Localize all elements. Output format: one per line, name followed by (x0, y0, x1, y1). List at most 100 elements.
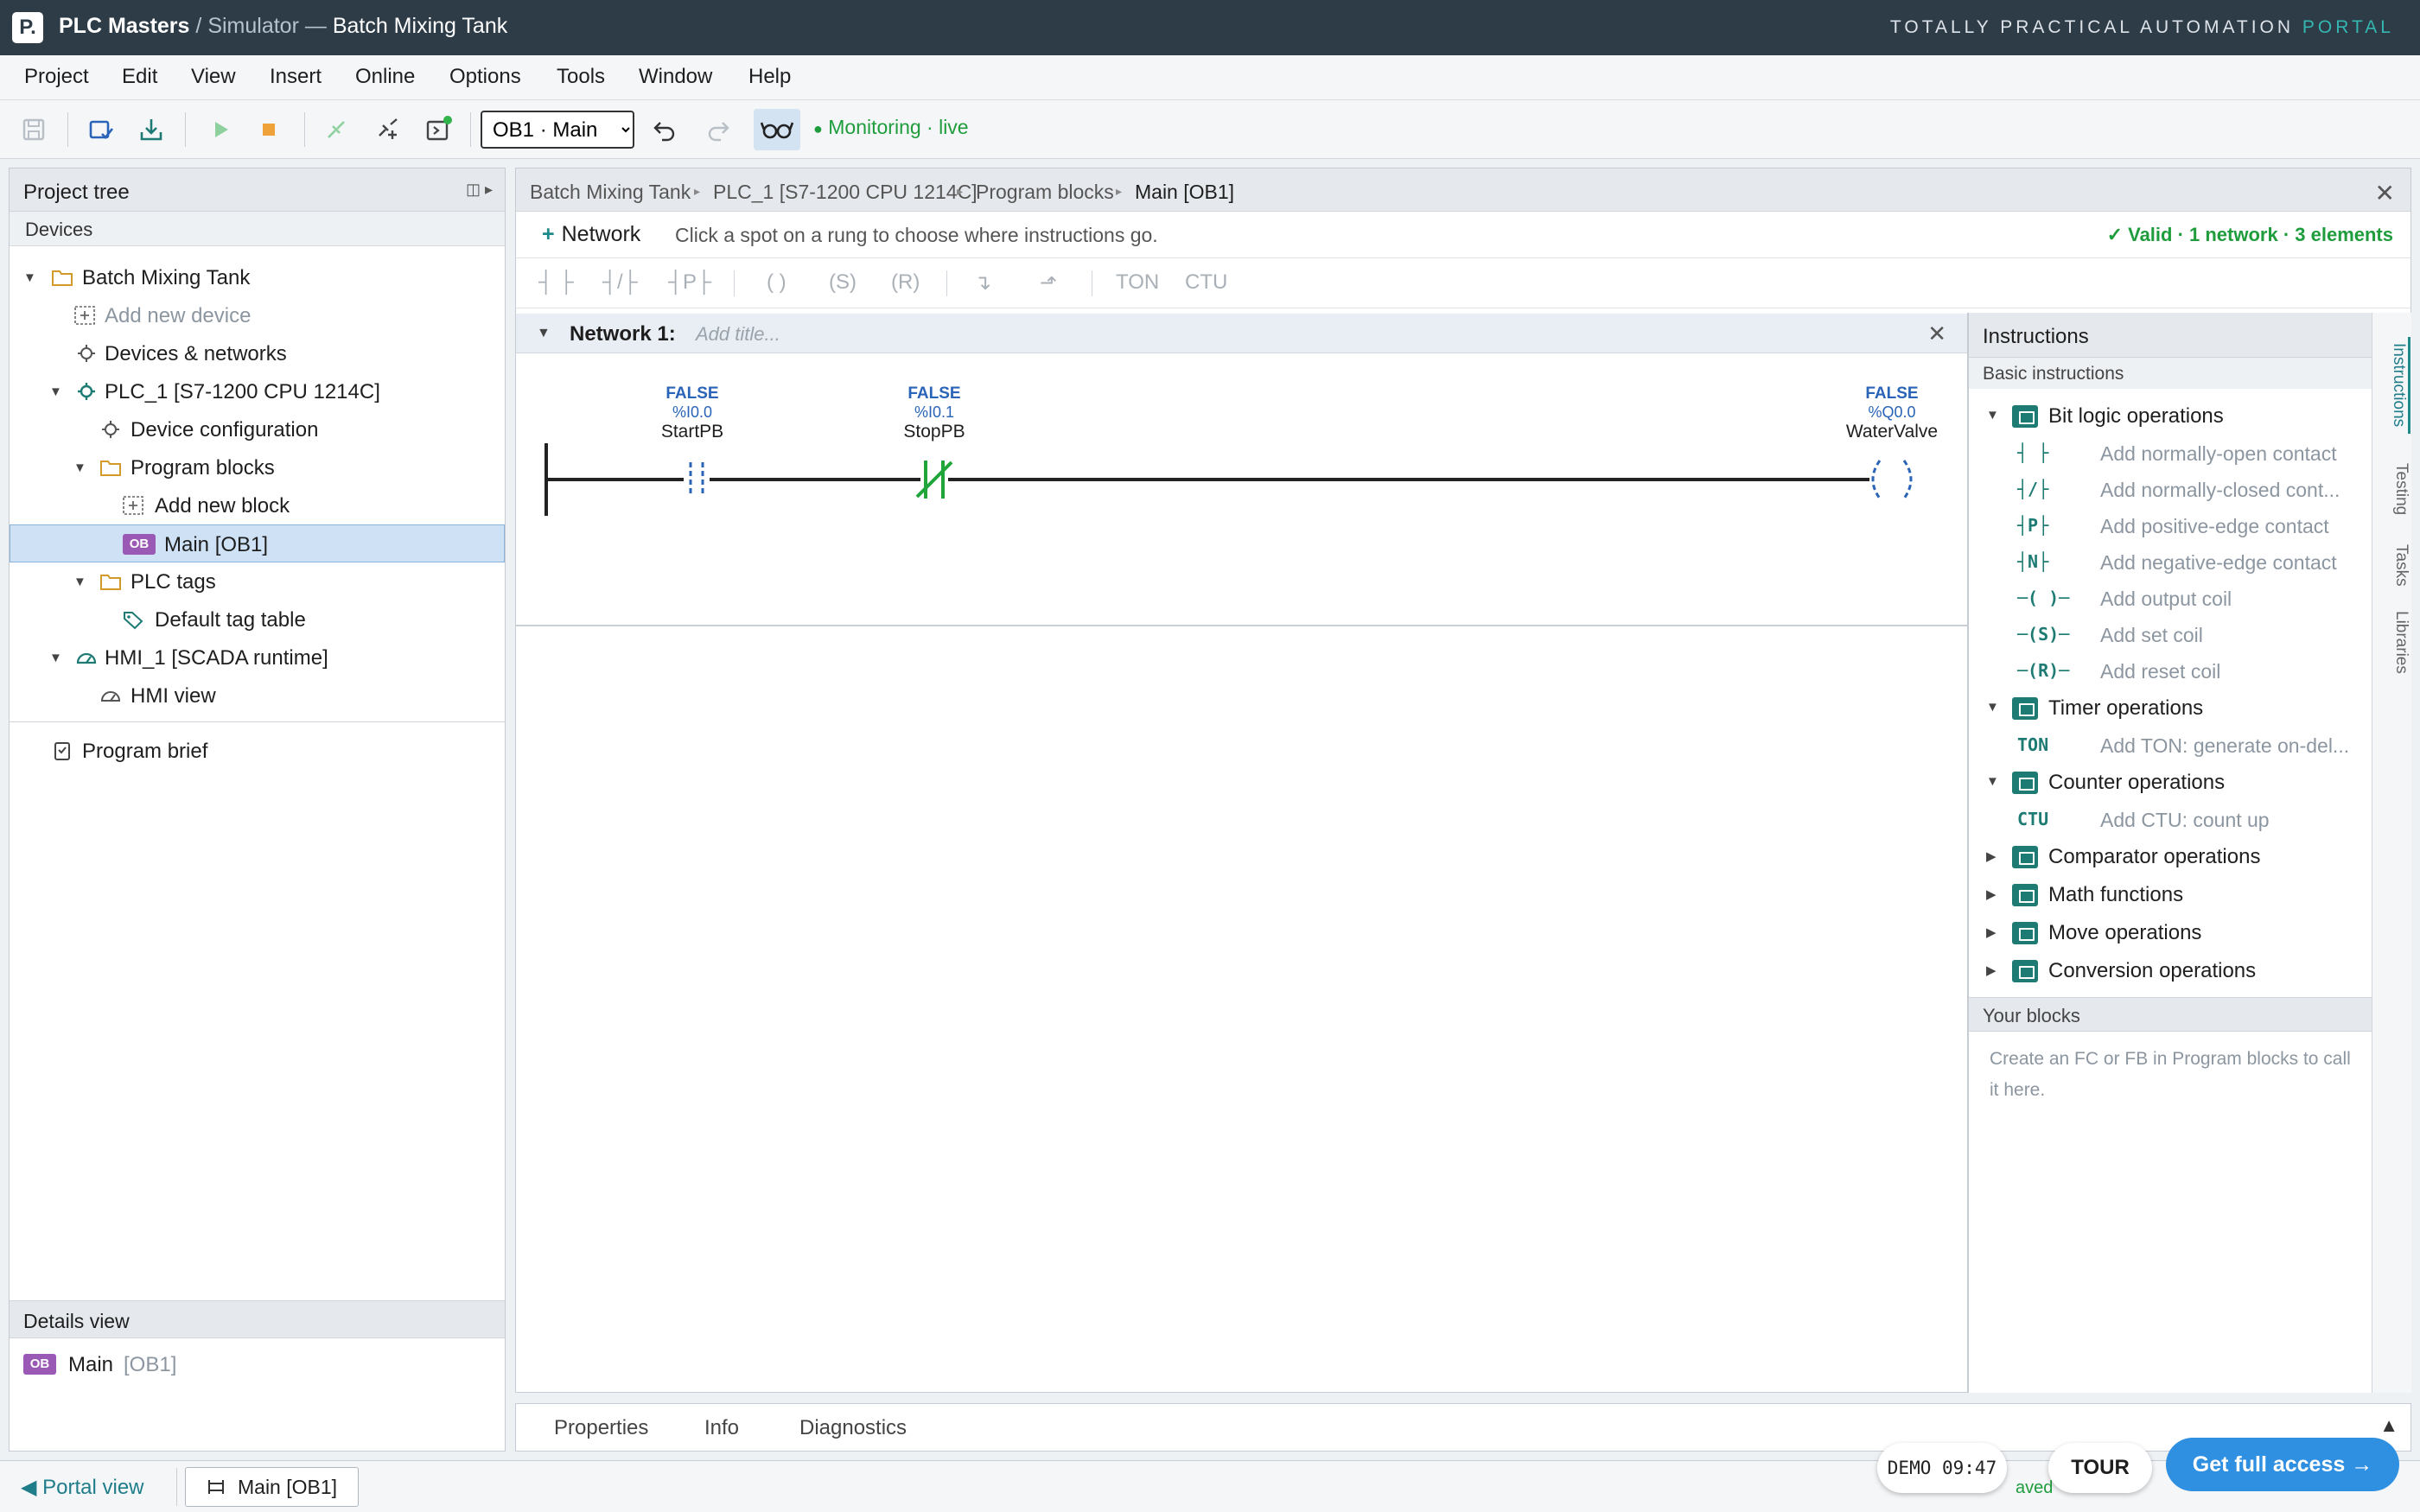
instruction-item-ton[interactable]: TON Add TON: generate on-del... (1969, 727, 2372, 762)
instruction-item-nc-contact[interactable]: ┤/├ Add normally-closed cont... (1969, 472, 2372, 506)
collapse-icon[interactable]: ▼ (1986, 774, 1999, 789)
insert-nc-contact-button[interactable]: ┤/├ (602, 270, 638, 295)
add-network-button[interactable]: + Network (542, 222, 640, 247)
get-full-access-button[interactable]: Get full access → (2166, 1438, 2399, 1491)
instruction-item-ctu[interactable]: CTU Add CTU: count up (1969, 802, 2372, 836)
expand-icon[interactable]: ▶ (1986, 962, 1996, 978)
portal-view-button[interactable]: ◀ Portal view (21, 1475, 144, 1500)
collapse-icon[interactable]: ▼ (1986, 408, 1999, 422)
category-counter[interactable]: ▼ Counter operations (1969, 764, 2372, 800)
devices-tab[interactable]: Devices (10, 212, 505, 246)
collapse-icon[interactable]: ▼ (49, 651, 62, 665)
undo-icon[interactable] (650, 115, 679, 144)
instruction-item-set-coil[interactable]: ─(S)─ Add set coil (1969, 617, 2372, 651)
tree-item-program-brief[interactable]: Program brief (10, 732, 505, 770)
tag-address[interactable]: %I0.1 (848, 403, 1021, 422)
tree-item-main-ob1[interactable]: OB Main [OB1] (10, 524, 505, 562)
menu-window[interactable]: Window (639, 65, 712, 89)
expand-icon[interactable]: ▶ (1986, 924, 1996, 940)
tag-address[interactable]: %Q0.0 (1840, 403, 1944, 422)
tag-name[interactable]: StartPB (606, 422, 779, 442)
tree-item-add-block[interactable]: Add new block (10, 486, 505, 524)
open-editor-tab[interactable]: Main [OB1] (185, 1467, 360, 1507)
close-icon[interactable]: ✕ (2375, 179, 2395, 207)
tab-info[interactable]: Info (704, 1416, 739, 1440)
collapse-icon[interactable]: ▼ (1986, 700, 1999, 715)
tree-item-devices-networks[interactable]: Devices & networks (10, 334, 505, 372)
tree-item-plc[interactable]: ▼ PLC_1 [S7-1200 CPU 1214C] (10, 372, 505, 410)
tree-item-device-configuration[interactable]: Device configuration (10, 410, 505, 448)
category-math[interactable]: ▶ Math functions (1969, 876, 2372, 912)
insert-ton-button[interactable]: TON (1116, 270, 1159, 295)
instruction-item-negative-edge[interactable]: ┤N├ Add negative-edge contact (1969, 544, 2372, 579)
monitor-toggle-button[interactable] (754, 109, 800, 150)
download-icon[interactable] (137, 115, 166, 144)
instruction-item-reset-coil[interactable]: ─(R)─ Add reset coil (1969, 653, 2372, 688)
block-select[interactable]: OB1 · Main (481, 111, 634, 149)
expand-icon[interactable]: ▶ (1986, 848, 1996, 864)
category-comparator[interactable]: ▶ Comparator operations (1969, 838, 2372, 874)
tab-properties[interactable]: Properties (554, 1416, 648, 1440)
expand-icon[interactable]: ▶ (1986, 886, 1996, 902)
tree-item-add-device[interactable]: Add new device (10, 296, 505, 334)
breadcrumb-item[interactable]: Batch Mixing Tank (530, 181, 691, 204)
close-branch-button[interactable]: ⬏ (1040, 270, 1057, 295)
go-offline-icon[interactable] (373, 115, 403, 144)
menu-online[interactable]: Online (355, 65, 415, 89)
category-timer[interactable]: ▼ Timer operations (1969, 689, 2372, 726)
insert-coil-button[interactable]: ( ) (767, 270, 786, 295)
menu-project[interactable]: Project (24, 65, 89, 89)
stoppb-nc-contact[interactable] (915, 461, 953, 499)
save-icon[interactable] (19, 115, 48, 144)
menu-tools[interactable]: Tools (557, 65, 605, 89)
instruction-item-no-contact[interactable]: ┤ ├ Add normally-open contact (1969, 435, 2372, 470)
insert-set-coil-button[interactable]: (S) (829, 270, 857, 295)
tag-name[interactable]: WaterValve (1840, 422, 1944, 442)
tour-button[interactable]: TOUR (2048, 1443, 2152, 1493)
compile-icon[interactable] (86, 115, 116, 144)
redo-icon[interactable] (704, 115, 733, 144)
category-move[interactable]: ▶ Move operations (1969, 914, 2372, 950)
insert-no-contact-button[interactable]: ┤ ├ (538, 270, 574, 295)
delete-network-icon[interactable]: ✕ (1927, 321, 1946, 347)
startpb-no-contact[interactable] (689, 462, 704, 497)
network-title-input[interactable]: Add title... (696, 323, 780, 346)
insert-reset-coil-button[interactable]: (R) (891, 270, 920, 295)
open-branch-button[interactable]: ↴ (974, 270, 991, 295)
menu-edit[interactable]: Edit (122, 65, 157, 89)
tree-item-plc-tags[interactable]: ▼ PLC tags (10, 562, 505, 600)
basic-instructions-header[interactable]: Basic instructions (1969, 358, 2372, 389)
breadcrumb-item[interactable]: PLC_1 [S7-1200 CPU 1214C] (713, 181, 978, 204)
stop-icon[interactable] (254, 115, 283, 144)
run-icon[interactable] (206, 115, 235, 144)
menu-view[interactable]: View (191, 65, 236, 89)
expand-panel-icon[interactable]: ▲ (2379, 1414, 2398, 1437)
instruction-item-output-coil[interactable]: ─( )─ Add output coil (1969, 581, 2372, 615)
menu-help[interactable]: Help (748, 65, 791, 89)
tab-tasks[interactable]: Tasks (2374, 537, 2410, 593)
watervalve-output-coil[interactable] (1871, 460, 1913, 499)
tree-item-default-tag-table[interactable]: Default tag table (10, 600, 505, 638)
tab-testing[interactable]: Testing (2374, 454, 2410, 524)
menu-insert[interactable]: Insert (270, 65, 322, 89)
collapse-icon[interactable]: ▼ (49, 384, 62, 399)
simulate-icon[interactable] (424, 115, 453, 144)
tree-item-program-blocks[interactable]: ▼ Program blocks (10, 448, 505, 486)
panel-collapse-icon[interactable]: ◫ ▸ (466, 181, 493, 199)
collapse-icon[interactable]: ▼ (73, 575, 86, 589)
menu-options[interactable]: Options (449, 65, 521, 89)
tab-instructions[interactable]: Instructions (2374, 337, 2410, 434)
details-item[interactable]: OB Main [OB1] (10, 1345, 505, 1383)
tree-item-project[interactable]: ▼ Batch Mixing Tank (10, 258, 505, 296)
tab-libraries[interactable]: Libraries (2374, 603, 2410, 681)
insert-edge-contact-button[interactable]: ┤P├ (668, 270, 711, 295)
tree-item-hmi[interactable]: ▼ HMI_1 [SCADA runtime] (10, 638, 505, 677)
go-online-icon[interactable] (322, 115, 351, 144)
breadcrumb-item[interactable]: Program blocks (976, 181, 1114, 204)
collapse-icon[interactable]: ▼ (537, 326, 551, 341)
insert-ctu-button[interactable]: CTU (1185, 270, 1227, 295)
tree-item-hmi-view[interactable]: HMI view (10, 677, 505, 715)
tab-diagnostics[interactable]: Diagnostics (799, 1416, 907, 1440)
tag-name[interactable]: StopPB (848, 422, 1021, 442)
collapse-icon[interactable]: ▼ (73, 461, 86, 475)
